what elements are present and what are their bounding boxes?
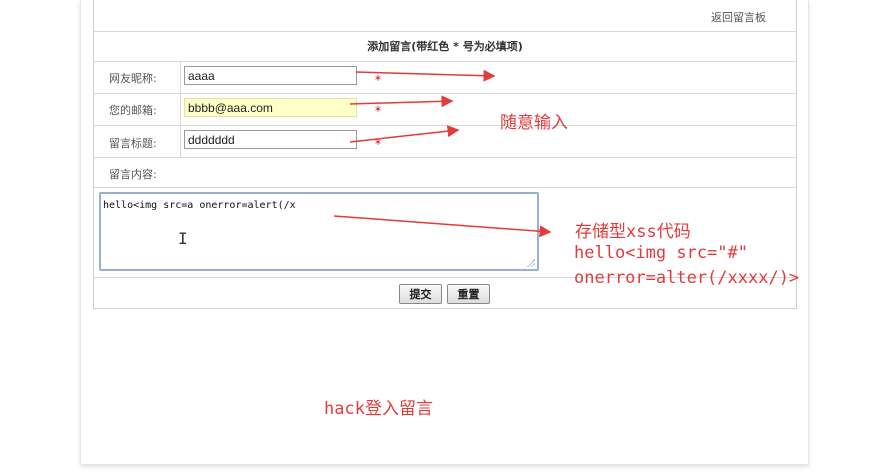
annotation-arrows <box>333 69 552 238</box>
annotation-xss-line2: onerror=alter(/xxxx/)> <box>574 268 800 288</box>
arrow-email <box>349 95 454 108</box>
annotation-hack-login: hack登入留言 <box>324 399 433 419</box>
arrow-content <box>333 215 552 238</box>
arrow-subject <box>349 125 460 143</box>
annotation-xss-title: 存储型xss代码 <box>575 222 691 242</box>
annotation-random-input: 随意输入 <box>500 113 568 133</box>
arrow-nickname <box>355 69 496 82</box>
annotation-xss-line1: hello<img src="#" <box>574 243 748 263</box>
